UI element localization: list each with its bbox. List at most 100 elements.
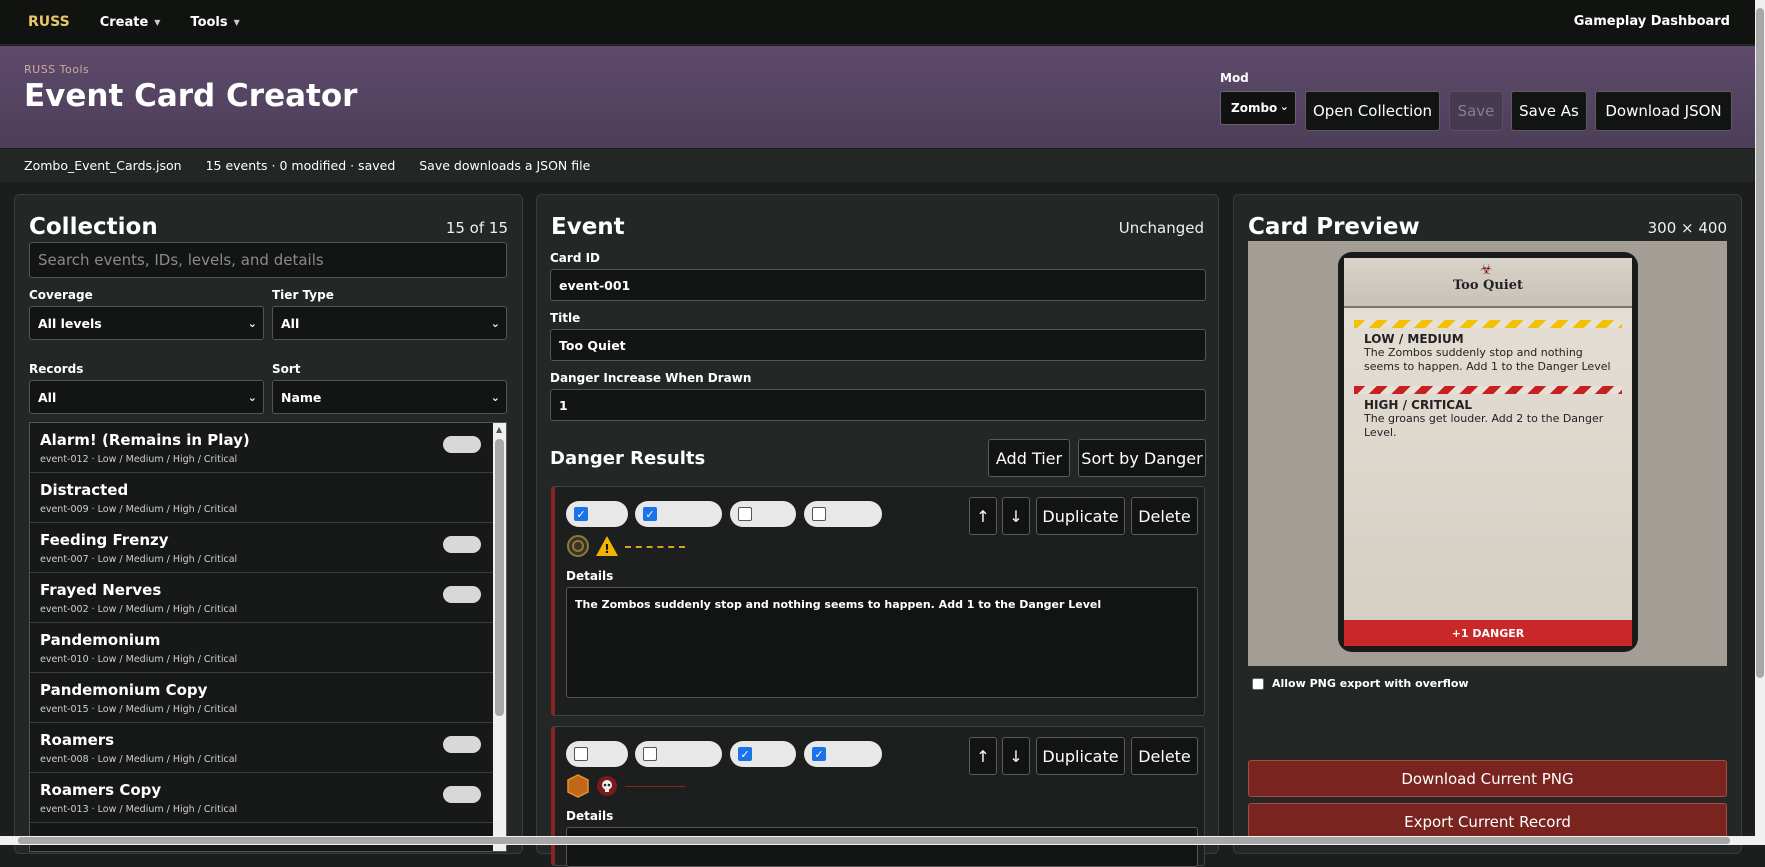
tier-divider-red: [625, 786, 685, 787]
tier-check-low[interactable]: ✓: [566, 501, 628, 527]
tier-check-high[interactable]: ✓: [730, 741, 796, 767]
coverage-select[interactable]: All levels ⌄: [29, 306, 264, 340]
card-id-label: Card ID: [550, 251, 601, 265]
coverage-label: Coverage: [29, 288, 93, 302]
sort-select[interactable]: Name ⌄: [272, 380, 507, 414]
delete-tier-button[interactable]: Delete: [1131, 497, 1198, 535]
title-input[interactable]: Too Quiet: [550, 329, 1206, 361]
delete-tier-button[interactable]: Delete: [1131, 737, 1198, 775]
page-kicker: RUSS Tools: [24, 63, 90, 76]
danger-increase-input[interactable]: 1: [550, 389, 1206, 421]
page-title: Event Card Creator: [24, 78, 358, 114]
list-scrollbar[interactable]: ▲: [493, 423, 506, 851]
item-subtitle: event-012 · Low / Medium / High / Critic…: [40, 454, 238, 465]
danger-increase-label: Danger Increase When Drawn: [550, 371, 752, 385]
checkbox-unchecked[interactable]: [643, 747, 657, 761]
nav-create-menu[interactable]: Create ▼: [100, 15, 161, 30]
duplicate-tier-button[interactable]: Duplicate: [1036, 737, 1125, 775]
download-json-button[interactable]: Download JSON: [1595, 91, 1732, 131]
move-down-button[interactable]: ↓: [1002, 497, 1030, 535]
tier-check-medium[interactable]: [635, 741, 722, 767]
danger-results-title: Danger Results: [550, 448, 706, 469]
modified-badge: [443, 536, 481, 553]
checkbox-checked[interactable]: ✓: [574, 507, 588, 521]
checkbox-checked[interactable]: ✓: [812, 747, 826, 761]
item-title: Distracted: [40, 481, 129, 499]
nav-create-label: Create: [99, 14, 149, 30]
item-title: Feeding Frenzy: [40, 531, 169, 549]
top-navbar: RUSS Create ▼ Tools ▼ Gameplay Dashboard: [0, 0, 1765, 45]
list-item[interactable]: Pandemonium event-010 · Low / Medium / Hi…: [30, 623, 506, 673]
export-record-button[interactable]: Export Current Record: [1248, 803, 1727, 840]
scrollbar-thumb[interactable]: [495, 439, 504, 716]
tier-check-critical[interactable]: ✓: [804, 741, 882, 767]
card-footer: +1 DANGER: [1344, 620, 1632, 646]
item-title: Roamers: [40, 731, 115, 749]
mod-select[interactable]: Zombo ⌄: [1220, 91, 1296, 125]
caret-down-icon: ▼: [154, 17, 161, 27]
item-title: Alarm! (Remains in Play): [40, 431, 250, 449]
tier-check-critical[interactable]: [804, 501, 882, 527]
sort-by-danger-button[interactable]: Sort by Danger: [1078, 439, 1206, 477]
overflow-checkbox[interactable]: [1252, 677, 1264, 690]
list-item[interactable]: Distracted event-009 · Low / Medium / Hig…: [30, 473, 506, 523]
item-subtitle: event-008 · Low / Medium / High / Critic…: [40, 754, 238, 765]
event-counts: 15 events · 0 modified · saved: [205, 158, 396, 173]
records-select[interactable]: All ⌄: [29, 380, 264, 414]
scrollbar-thumb[interactable]: [1756, 8, 1764, 678]
sort-value: Name: [281, 389, 322, 405]
download-png-button[interactable]: Download Current PNG: [1248, 760, 1727, 797]
list-item[interactable]: Pandemonium Copy event-015 · Low / Medium…: [30, 673, 506, 723]
hexagon-icon: [566, 774, 590, 798]
scrollbar-thumb[interactable]: [18, 837, 1730, 844]
move-up-button[interactable]: ↑: [969, 497, 997, 535]
list-item[interactable]: Frayed Nerves event-002 · Low / Medium / …: [30, 573, 506, 623]
page-header: RUSS Tools Event Card Creator Mod Zombo ⌄…: [0, 46, 1755, 148]
list-item[interactable]: Alarm! (Remains in Play) event-012 · Low …: [30, 423, 506, 473]
checkbox-checked[interactable]: ✓: [738, 747, 752, 761]
save-as-button[interactable]: Save As: [1511, 91, 1587, 131]
collection-title: Collection: [29, 214, 158, 240]
details-textarea[interactable]: The Zombos suddenly stop and nothing see…: [566, 587, 1198, 698]
item-title: Frayed Nerves: [40, 581, 162, 599]
tier-check-low[interactable]: [566, 741, 628, 767]
item-subtitle: event-007 · Low / Medium / High / Critic…: [40, 554, 238, 565]
save-button[interactable]: Save: [1449, 91, 1503, 131]
nav-gameplay-dashboard[interactable]: Gameplay Dashboard: [1574, 14, 1730, 29]
chevron-down-icon: ⌄: [247, 316, 257, 330]
checkbox-unchecked[interactable]: [574, 747, 588, 761]
move-down-button[interactable]: ↓: [1002, 737, 1030, 775]
list-item[interactable]: Roamers Copy event-013 · Low / Medium / H…: [30, 773, 506, 823]
page-vertical-scrollbar[interactable]: [1755, 0, 1765, 836]
mod-select-value: Zombo: [1231, 101, 1278, 115]
card-face: ☣ Too Quiet LOW / MEDIUM The Zombos sudd…: [1344, 258, 1632, 646]
list-item[interactable]: Feeding Frenzy event-007 · Low / Medium /…: [30, 523, 506, 573]
list-item[interactable]: Roamers event-008 · Low / Medium / High /…: [30, 723, 506, 773]
hazard-stripe-red: [1354, 386, 1622, 394]
add-tier-button[interactable]: Add Tier: [988, 439, 1070, 477]
brand-logo[interactable]: RUSS: [28, 14, 70, 30]
tier-check-high[interactable]: [730, 501, 796, 527]
move-up-button[interactable]: ↑: [969, 737, 997, 775]
checkbox-unchecked[interactable]: [812, 507, 826, 521]
page-horizontal-scrollbar[interactable]: [0, 836, 1765, 845]
danger-tier: ✓ ✓ ! ↑ ↓ Duplicate Delete Details The Z…: [551, 486, 1205, 716]
status-bar: Zombo_Event_Cards.json 15 events · 0 mod…: [0, 149, 1755, 182]
duplicate-tier-button[interactable]: Duplicate: [1036, 497, 1125, 535]
caret-down-icon: ▼: [233, 17, 240, 27]
item-subtitle: event-009 · Low / Medium / High / Critic…: [40, 504, 238, 515]
checkbox-checked[interactable]: ✓: [643, 507, 657, 521]
scroll-up-icon[interactable]: ▲: [496, 425, 502, 434]
records-value: All: [38, 389, 57, 405]
checkbox-unchecked[interactable]: [738, 507, 752, 521]
tier-check-medium[interactable]: ✓: [635, 501, 722, 527]
tier-divider-yellow: [625, 546, 685, 548]
nav-tools-menu[interactable]: Tools ▼: [190, 15, 239, 30]
open-collection-button[interactable]: Open Collection: [1305, 91, 1440, 131]
search-input[interactable]: Search events, IDs, levels, and details: [29, 242, 507, 278]
card-id-input[interactable]: event-001: [550, 269, 1206, 301]
details-textarea[interactable]: [566, 827, 1198, 867]
overflow-checkbox-row[interactable]: Allow PNG export with overflow: [1252, 677, 1469, 690]
tier-type-select[interactable]: All ⌄: [272, 306, 507, 340]
tier-type-label: Tier Type: [272, 288, 334, 302]
